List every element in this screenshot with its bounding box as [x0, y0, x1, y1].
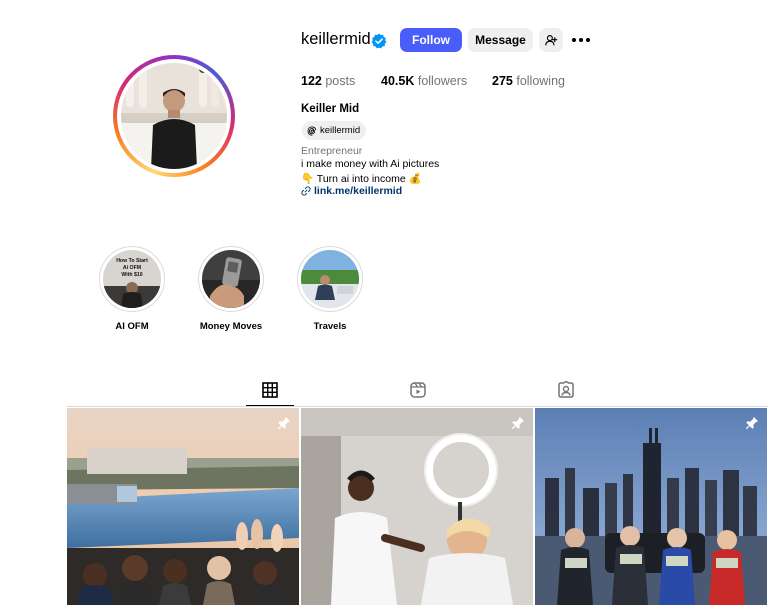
suggested-users-button[interactable]	[539, 28, 563, 52]
profile-link[interactable]: link.me/keillermid	[301, 185, 402, 197]
active-tab-indicator	[246, 405, 294, 406]
highlight-travels[interactable]: Travels	[297, 246, 363, 332]
highlight-cover: How To Start Ai OFM With $10	[103, 250, 161, 308]
post-thumbnail[interactable]	[67, 408, 299, 605]
profile-category: Entrepreneur	[301, 145, 363, 157]
threads-badge[interactable]: keillermid	[302, 121, 367, 140]
bio-text-line: 👇 Turn ai into income 💰	[301, 173, 422, 185]
highlight-label: Travels	[313, 321, 347, 332]
post-image	[301, 408, 533, 605]
reels-icon	[410, 382, 426, 398]
profile-page: keillermid Follow Message 122 posts 40.5…	[0, 0, 776, 605]
add-user-icon	[544, 34, 557, 45]
tab-posts[interactable]	[260, 380, 280, 400]
post-thumbnail[interactable]	[301, 408, 533, 605]
tabs-divider	[67, 406, 768, 407]
tab-tagged[interactable]	[556, 380, 576, 400]
pinned-icon	[745, 416, 759, 430]
tab-reels[interactable]	[408, 380, 428, 400]
link-icon	[301, 186, 311, 196]
posts-stat: 122 posts	[301, 74, 356, 88]
profile-avatar[interactable]	[113, 55, 235, 177]
highlight-money-moves[interactable]: Money Moves	[198, 246, 264, 332]
more-options-icon[interactable]	[571, 33, 591, 47]
pinned-icon	[511, 416, 525, 430]
verified-badge-icon	[371, 33, 387, 49]
following-stat[interactable]: 275 following	[492, 74, 565, 88]
post-thumbnail[interactable]	[535, 408, 767, 605]
message-button[interactable]: Message	[468, 28, 533, 52]
svg-text:Ai OFM: Ai OFM	[123, 265, 141, 271]
highlight-label: AI OFM	[115, 321, 149, 332]
pinned-icon	[277, 416, 291, 430]
highlight-cover	[301, 250, 359, 308]
followers-stat[interactable]: 40.5K followers	[381, 74, 467, 88]
highlight-cover	[202, 250, 260, 308]
post-image	[67, 408, 299, 605]
profile-username: keillermid	[301, 30, 371, 48]
grid-icon	[262, 382, 278, 398]
follow-button[interactable]: Follow	[400, 28, 462, 52]
threads-icon	[307, 125, 317, 136]
bio-text-line: i make money with Ai pictures	[301, 158, 440, 170]
svg-text:How To Start: How To Start	[116, 258, 148, 264]
svg-text:With $10: With $10	[121, 272, 142, 278]
highlight-ai-ofm[interactable]: How To Start Ai OFM With $10 AI OFM	[99, 246, 165, 332]
highlight-label: Money Moves	[199, 321, 263, 332]
profile-full-name: Keiller Mid	[301, 103, 360, 115]
avatar-photo	[121, 63, 227, 169]
post-image	[535, 408, 767, 605]
tagged-icon	[558, 380, 574, 398]
